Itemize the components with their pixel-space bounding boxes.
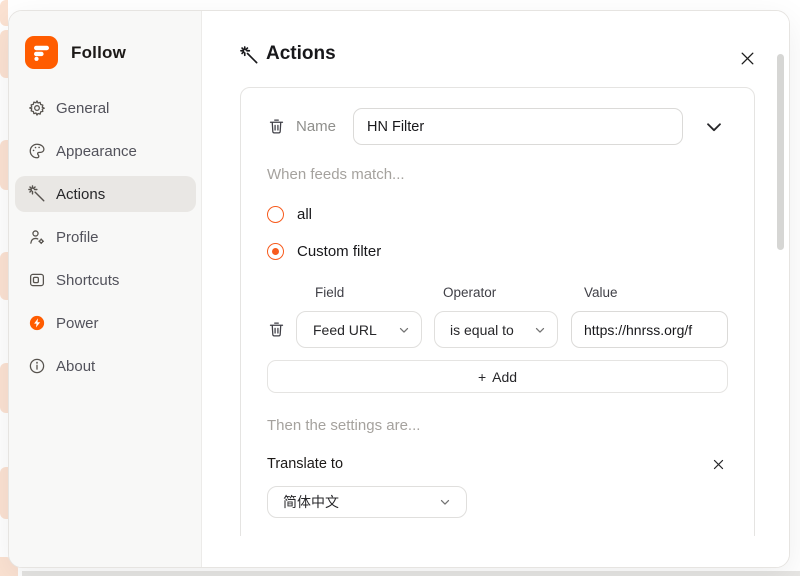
- keyboard-icon: [28, 271, 46, 289]
- background-list-item: [0, 363, 8, 413]
- chevron-down-icon: [533, 323, 547, 337]
- radio-icon: [267, 206, 284, 223]
- settings-nav: General Appearance: [15, 90, 196, 391]
- add-filter-button[interactable]: + Add: [267, 360, 728, 393]
- delete-action-icon[interactable]: [268, 118, 285, 135]
- app-logo: Follow: [25, 36, 126, 69]
- magic-wand-icon: [28, 185, 46, 203]
- background-list-item: [0, 30, 8, 78]
- sidebar-item-label: Shortcuts: [56, 272, 119, 289]
- settings-modal: Follow General: [8, 10, 790, 568]
- sidebar-item-actions[interactable]: Actions: [15, 176, 196, 212]
- translate-language-select[interactable]: 简体中文: [267, 486, 467, 518]
- operator-select[interactable]: is equal to: [434, 311, 558, 348]
- radio-option-all[interactable]: all: [267, 206, 312, 223]
- remove-setting-icon[interactable]: [709, 455, 727, 473]
- background-list-item: [0, 467, 8, 519]
- sidebar-item-label: Appearance: [56, 143, 137, 160]
- radio-selected-icon: [267, 243, 284, 260]
- column-header-value: Value: [584, 285, 618, 300]
- then-section-label: Then the settings are...: [267, 417, 420, 434]
- add-button-label: Add: [492, 369, 517, 385]
- column-header-operator: Operator: [443, 285, 496, 300]
- user-gear-icon: [28, 228, 46, 246]
- background-list-item: [0, 140, 8, 190]
- value-input[interactable]: [571, 311, 728, 348]
- sidebar-item-label: Profile: [56, 229, 99, 246]
- background-list-item: [0, 0, 8, 26]
- sidebar-item-label: Power: [56, 315, 99, 332]
- gear-icon: [28, 99, 46, 117]
- when-section-label: When feeds match...: [267, 166, 405, 183]
- info-icon: [28, 357, 46, 375]
- sidebar-item-power[interactable]: Power: [15, 305, 196, 341]
- name-label: Name: [296, 118, 336, 135]
- app-title: Follow: [71, 43, 126, 63]
- sidebar-item-label: About: [56, 358, 95, 375]
- app-background: Follow General: [0, 0, 800, 576]
- field-select[interactable]: Feed URL: [296, 311, 422, 348]
- sidebar-item-profile[interactable]: Profile: [15, 219, 196, 255]
- action-card: Name When feeds match... all: [240, 87, 755, 536]
- field-select-value: Feed URL: [313, 322, 397, 338]
- translate-language-value: 简体中文: [283, 492, 438, 512]
- scroll-viewport: Name When feeds match... all: [202, 77, 790, 536]
- background-list-item: [0, 252, 8, 300]
- follow-logo-icon: [25, 36, 58, 69]
- delete-filter-row-icon[interactable]: [268, 321, 285, 338]
- sidebar-item-about[interactable]: About: [15, 348, 196, 384]
- plus-icon: +: [478, 369, 486, 385]
- sidebar-item-appearance[interactable]: Appearance: [15, 133, 196, 169]
- translate-to-label: Translate to: [267, 456, 343, 472]
- scrollbar-thumb[interactable]: [777, 54, 784, 250]
- radio-label: all: [297, 206, 312, 223]
- sidebar-item-general[interactable]: General: [15, 90, 196, 126]
- sidebar-item-label: Actions: [56, 186, 105, 203]
- radio-option-custom-filter[interactable]: Custom filter: [267, 243, 381, 260]
- magic-wand-icon: [240, 46, 259, 65]
- column-header-field: Field: [315, 285, 344, 300]
- close-icon[interactable]: [735, 46, 759, 70]
- radio-label: Custom filter: [297, 243, 381, 260]
- settings-sidebar: Follow General: [9, 11, 202, 567]
- settings-content: Actions Name: [202, 11, 789, 567]
- chevron-down-icon: [438, 495, 452, 509]
- sidebar-item-shortcuts[interactable]: Shortcuts: [15, 262, 196, 298]
- power-lightning-icon: [28, 314, 46, 332]
- chevron-down-icon[interactable]: [703, 116, 725, 138]
- background-divider: [22, 571, 800, 576]
- palette-icon: [28, 142, 46, 160]
- sidebar-item-label: General: [56, 100, 109, 117]
- operator-select-value: is equal to: [450, 322, 533, 338]
- action-name-input[interactable]: [353, 108, 683, 145]
- chevron-down-icon: [397, 323, 411, 337]
- page-title: Actions: [266, 43, 336, 65]
